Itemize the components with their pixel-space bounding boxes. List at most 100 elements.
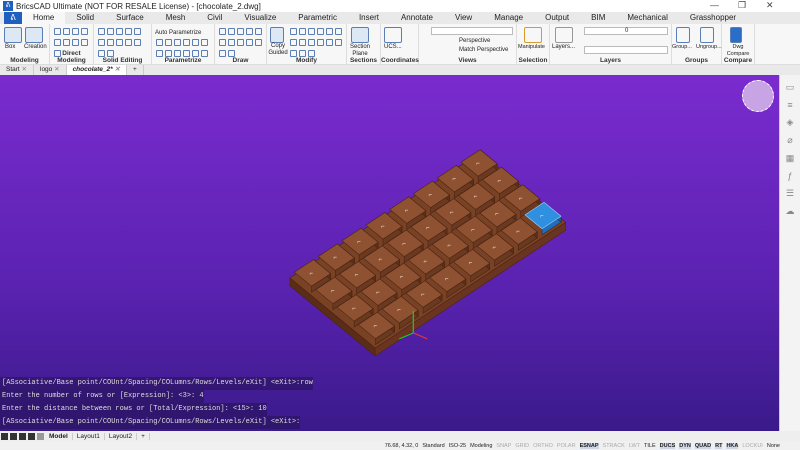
command-line: [ASsociative/Base point/COUnt/Spacing/CO… bbox=[0, 377, 313, 390]
piece-logo-icon: ⌐ bbox=[450, 210, 454, 216]
status-toggle[interactable]: DUCS bbox=[659, 442, 676, 449]
tab-mesh[interactable]: Mesh bbox=[155, 12, 197, 24]
status-toggle[interactable]: RT bbox=[715, 442, 723, 449]
layout-list-icon[interactable] bbox=[37, 432, 44, 440]
tab-grasshopper[interactable]: Grasshopper bbox=[679, 12, 747, 24]
tab-parametric[interactable]: Parametric bbox=[287, 12, 348, 24]
properties-icon[interactable]: ▭ bbox=[780, 82, 800, 93]
tab-visualize[interactable]: Visualize bbox=[233, 12, 287, 24]
structure-icon[interactable]: ☰ bbox=[780, 188, 800, 199]
status-toggle[interactable]: POLAR bbox=[557, 443, 576, 449]
copy-guided-label: Copy Guided bbox=[268, 43, 288, 56]
piece-logo-icon: ⌐ bbox=[474, 194, 478, 200]
layer-state-dropdown[interactable] bbox=[584, 46, 668, 54]
status-toggle[interactable]: ESNAP bbox=[579, 442, 599, 449]
ucs-button[interactable] bbox=[384, 27, 402, 43]
tab-surface[interactable]: Surface bbox=[105, 12, 155, 24]
tab-civil[interactable]: Civil bbox=[196, 12, 233, 24]
tab-manage[interactable]: Manage bbox=[483, 12, 534, 24]
tab-layout1[interactable]: Layout1 bbox=[73, 432, 105, 440]
navigation-wheel[interactable] bbox=[742, 80, 774, 112]
view-dropdown[interactable] bbox=[431, 27, 513, 35]
add-layout-button[interactable]: + bbox=[137, 432, 150, 440]
function-icon[interactable]: ƒ bbox=[780, 171, 800, 181]
panel-groups: Group... Ungroup... Groups bbox=[672, 24, 722, 65]
creation-button[interactable] bbox=[25, 27, 43, 43]
close-tab-icon[interactable]: ✕ bbox=[113, 66, 119, 73]
attach-icon[interactable]: ⌀ bbox=[780, 135, 800, 146]
status-toggle[interactable]: QUAD bbox=[694, 442, 712, 449]
box-button[interactable] bbox=[4, 27, 22, 43]
tab-solid[interactable]: Solid bbox=[65, 12, 105, 24]
tab-insert[interactable]: Insert bbox=[348, 12, 390, 24]
restore-button[interactable]: ❐ bbox=[738, 0, 746, 11]
status-toggle[interactable]: Standard bbox=[422, 443, 444, 449]
library-icon[interactable]: ▦ bbox=[780, 153, 800, 164]
dwg-compare-button[interactable] bbox=[730, 27, 742, 43]
tab-view[interactable]: View bbox=[444, 12, 483, 24]
section-plane-button[interactable] bbox=[351, 27, 369, 43]
manipulate-button[interactable] bbox=[524, 27, 542, 43]
doc-tab[interactable]: chocolate_2* ✕ bbox=[66, 65, 127, 75]
layers-button[interactable] bbox=[555, 27, 573, 43]
ucs-axis-icon bbox=[413, 332, 428, 340]
close-tab-icon[interactable]: ✕ bbox=[52, 66, 59, 73]
tab-bim[interactable]: BIM bbox=[580, 12, 616, 24]
tab-annotate[interactable]: Annotate bbox=[390, 12, 444, 24]
tab-layout2[interactable]: Layout2 bbox=[105, 432, 138, 440]
next-tab-icon[interactable] bbox=[19, 432, 26, 440]
layer-dropdown[interactable]: 0 bbox=[584, 27, 668, 35]
section-plane-label: Section Plane bbox=[349, 44, 370, 57]
prev-tab-icon[interactable] bbox=[10, 432, 17, 440]
panel-modify: Copy Guided Modify bbox=[267, 24, 347, 65]
command-line: Enter the number of rows or [Expression]… bbox=[0, 390, 204, 403]
status-toggle[interactable]: SNAP bbox=[496, 443, 511, 449]
status-toggle[interactable]: STRACK bbox=[603, 443, 625, 449]
panel-label: Solid Editing bbox=[102, 57, 143, 64]
box-label: Box bbox=[5, 44, 16, 50]
panel-label: Layers bbox=[600, 57, 621, 64]
panel-label: Parametrize bbox=[164, 57, 202, 64]
tool-icons[interactable] bbox=[97, 27, 148, 60]
status-toggle[interactable]: Modeling bbox=[470, 443, 492, 449]
status-toggle[interactable]: HKA bbox=[726, 442, 739, 449]
status-toggle[interactable]: ORTHO bbox=[533, 443, 553, 449]
minimize-button[interactable]: — bbox=[710, 0, 719, 10]
layers-icon[interactable]: ◈ bbox=[780, 117, 800, 128]
piece-logo-icon: ⌐ bbox=[471, 227, 475, 233]
status-toggle[interactable]: ISO-25 bbox=[449, 443, 466, 449]
group-button[interactable] bbox=[676, 27, 690, 43]
doc-tab[interactable]: logo ✕ bbox=[34, 65, 67, 75]
last-tab-icon[interactable] bbox=[28, 432, 35, 440]
tab-output[interactable]: Output bbox=[534, 12, 580, 24]
tab-mechanical[interactable]: Mechanical bbox=[616, 12, 678, 24]
piece-logo-icon: ⌐ bbox=[421, 292, 425, 298]
match-perspective-button[interactable]: Match Perspective bbox=[459, 47, 508, 53]
close-button[interactable]: ✕ bbox=[766, 0, 774, 11]
ungroup-button[interactable] bbox=[700, 27, 714, 43]
status-toggle[interactable]: LWT bbox=[629, 443, 640, 449]
perspective-button[interactable]: Perspective bbox=[459, 38, 490, 44]
first-tab-icon[interactable] bbox=[1, 432, 8, 440]
status-toggle[interactable]: TILE bbox=[644, 443, 656, 449]
status-toggle[interactable]: DYN bbox=[679, 442, 691, 449]
command-prompt[interactable]: [ASsociative/Base point/COUnt/Spacing/CO… bbox=[0, 416, 301, 429]
tab-home[interactable]: Home bbox=[22, 12, 66, 24]
tab-model[interactable]: Model bbox=[45, 432, 73, 440]
copy-guided-button[interactable] bbox=[270, 27, 284, 43]
app-logo-icon: ᕕ bbox=[3, 1, 13, 11]
status-toggle[interactable]: GRID bbox=[515, 443, 529, 449]
close-tab-icon[interactable]: ✕ bbox=[20, 66, 27, 73]
tool-icons[interactable] bbox=[218, 27, 263, 60]
panel-compare: Dwg Compare Compare bbox=[722, 24, 755, 65]
status-toggle[interactable]: LOCKUI bbox=[742, 443, 762, 449]
status-toggle[interactable]: None bbox=[767, 443, 780, 449]
new-tab-button[interactable]: + bbox=[127, 65, 144, 75]
auto-parametrize-button[interactable]: Auto Parametrize bbox=[155, 30, 201, 36]
tool-icons[interactable] bbox=[289, 27, 343, 60]
doc-tab[interactable]: Start ✕ bbox=[0, 65, 34, 75]
cloud-icon[interactable]: ☁ bbox=[780, 206, 800, 217]
panel-sections: Section Plane Sections bbox=[347, 24, 381, 65]
settings-icon[interactable]: ≡ bbox=[780, 100, 800, 110]
app-menu-button[interactable]: ᕕ bbox=[4, 12, 22, 24]
